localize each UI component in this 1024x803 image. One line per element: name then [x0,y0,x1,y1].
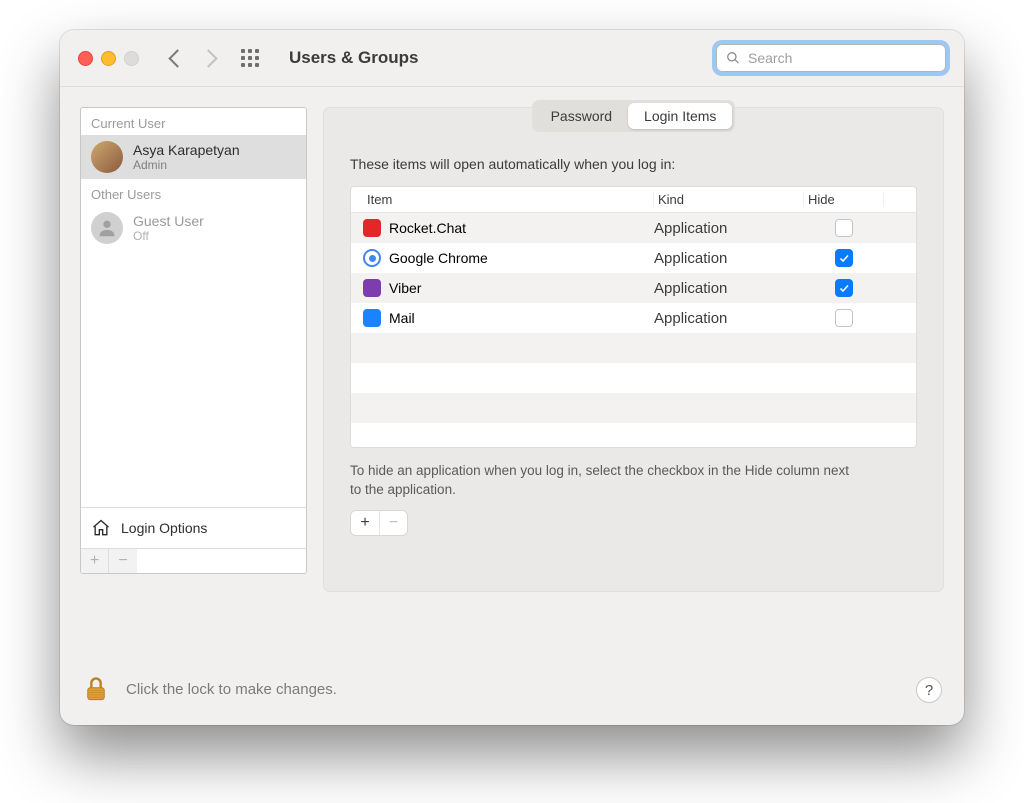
hide-checkbox[interactable] [835,219,853,237]
tab-bar: Password Login Items [532,100,736,132]
back-button[interactable] [168,49,186,67]
item-kind: Application [654,280,804,297]
window-title: Users & Groups [289,48,418,68]
lock-text: Click the lock to make changes. [126,681,337,698]
lock-footer: Click the lock to make changes. [82,675,337,703]
avatar-icon [91,141,123,173]
hide-checkbox[interactable] [835,309,853,327]
home-icon [91,518,111,538]
search-icon [726,51,740,65]
tab-login-items[interactable]: Login Items [628,103,732,129]
login-options-row[interactable]: Login Options [81,507,306,548]
add-user-button[interactable]: + [81,549,109,573]
window-controls [78,51,139,66]
current-user-role: Admin [133,158,240,172]
zoom-window-button[interactable] [124,51,139,66]
col-item[interactable]: Item [363,192,654,207]
search-field[interactable] [716,44,946,72]
minimize-window-button[interactable] [101,51,116,66]
current-user-row[interactable]: Asya Karapetyan Admin [81,135,306,179]
login-items-table: Item Kind Hide Rocket.ChatApplicationGoo… [350,186,917,448]
item-name: Viber [389,280,421,296]
col-kind[interactable]: Kind [654,192,804,207]
login-options-label: Login Options [121,520,207,536]
item-name: Google Chrome [389,250,488,266]
guest-user-row[interactable]: Guest User Off [81,206,306,250]
item-name: Mail [389,310,415,326]
login-items-lead: These items will open automatically when… [350,156,917,172]
item-kind: Application [654,220,804,237]
current-user-section-label: Current User [81,108,306,135]
tab-password[interactable]: Password [535,103,628,129]
forward-button[interactable] [199,49,217,67]
hide-checkbox[interactable] [835,279,853,297]
add-item-button[interactable]: + [351,511,379,535]
help-button[interactable]: ? [916,677,942,703]
rocket-icon [363,219,381,237]
mail-icon [363,309,381,327]
users-sidebar: Current User Asya Karapetyan Admin Other… [80,107,307,574]
toolbar: Users & Groups [60,30,964,87]
guest-user-status: Off [133,229,204,243]
table-row[interactable]: Google Chrome Application [351,243,916,273]
viber-icon [363,279,381,297]
show-all-prefs-button[interactable] [241,49,259,67]
col-hide[interactable]: Hide [804,192,884,207]
main-panel: Password Login Items These items will op… [323,107,944,592]
table-row[interactable]: Mail Application [351,303,916,333]
guest-avatar-icon [91,212,123,244]
search-input[interactable] [746,49,936,67]
table-row[interactable]: Viber Application [351,273,916,303]
remove-user-button[interactable]: − [109,549,137,573]
item-add-remove: + − [350,510,408,536]
close-window-button[interactable] [78,51,93,66]
hint-text: To hide an application when you log in, … [350,462,850,500]
table-row[interactable]: Rocket.Chat Application [351,213,916,243]
remove-item-button[interactable]: − [379,511,407,535]
item-name: Rocket.Chat [389,220,466,236]
guest-user-name: Guest User [133,213,204,229]
lock-icon[interactable] [82,675,110,703]
preferences-window: Users & Groups Current User Asya Karapet… [60,30,964,725]
other-users-section-label: Other Users [81,179,306,206]
user-add-remove: + − [81,548,306,573]
chrome-icon [363,249,381,267]
table-header: Item Kind Hide [351,187,916,213]
item-kind: Application [654,310,804,327]
hide-checkbox[interactable] [835,249,853,267]
current-user-name: Asya Karapetyan [133,142,240,158]
item-kind: Application [654,250,804,267]
